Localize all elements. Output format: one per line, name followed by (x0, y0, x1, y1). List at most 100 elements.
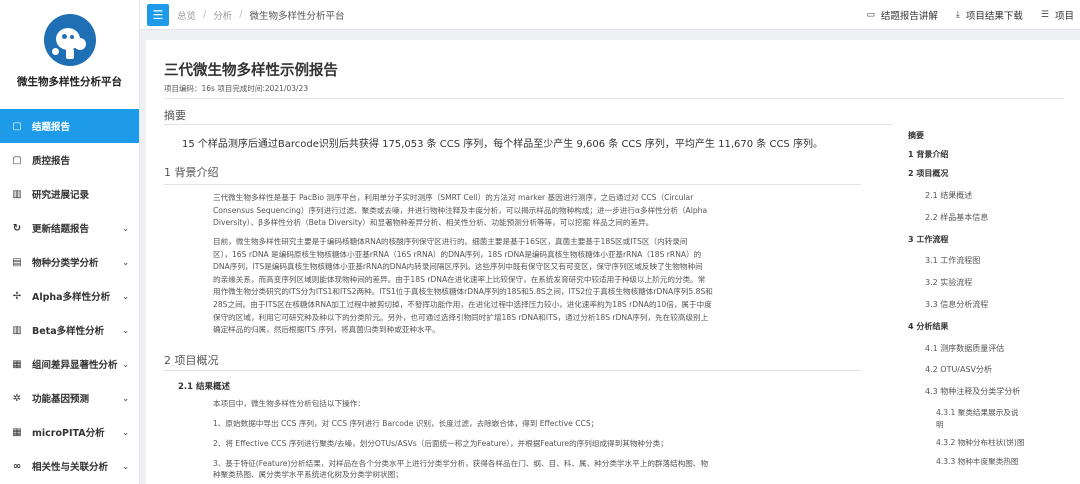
text-line: 种聚类热图、属分类学水平系统进化树及分类学树状图； (213, 470, 403, 479)
toc-item[interactable]: 2 项目概况 (908, 168, 948, 179)
divider (164, 124, 892, 125)
sidebar-item-label: microPITA分析 (32, 428, 105, 439)
top-action-label: 项目 (1054, 10, 1074, 22)
text-line: 3、基于特征(Feature)分析结果，对样品在各个分类水平上进行分类学分析，获… (213, 459, 709, 468)
chevron-down-icon: ⌄ (122, 461, 129, 471)
sidebar-item[interactable]: ▦ microPITA分析 ⌄ (0, 415, 139, 449)
chevron-down-icon: ⌄ (122, 325, 129, 335)
text-line: 保守的区域，利用它可研究种及种以下的分类阶元。另外，也可通过选择引物同时扩增18… (213, 312, 709, 322)
chevron-down-icon: ⌄ (122, 223, 129, 233)
toc-item[interactable]: 2.1 结果概述 (925, 190, 972, 201)
sidebar-item-label: Beta多样性分析 (32, 326, 105, 337)
document-icon: ▢ (12, 154, 22, 166)
toc-item[interactable]: 4.3.1 聚类结果展示及说 (936, 407, 1019, 418)
bar-chart-icon: ▥ (12, 188, 22, 200)
breadcrumb-item[interactable]: 分析 (213, 8, 232, 22)
toc-item[interactable]: 3.2 实验流程 (925, 277, 972, 288)
document-icon: ▢ (12, 120, 22, 132)
topbar: ☰ 总览 / 分析 / 微生物多样性分析平台 ▭ 结题报告讲解 ⤓ 项目结果下载 ☰ 项目 (140, 0, 1080, 30)
sidebar-item[interactable]: ▤ 物种分类学分析 ⌄ (0, 245, 139, 279)
top-action-button[interactable]: ☰ 项目 (1041, 8, 1074, 22)
overview-paragraph: 本项目中，微生物多样性分析包括以下操作： 1、原始数据中导出 CCS 序列，对 C… (213, 398, 708, 480)
sidebar: 微生物多样性分析平台 ▢ 结题报告 ▢ 质控报告 ▥ 研究进展记录 ↻ 更新结题报告 ⌄ ▤ 物种分… (0, 0, 140, 484)
brand-name: 微生物多样性分析平台 (17, 76, 122, 88)
text-line: Diversity）、β多样性分析（Beta Diversity）和显著物种差异… (213, 218, 654, 228)
sidebar-item-label: Alpha多样性分析 (32, 292, 111, 303)
toc-item[interactable]: 4.3.2 物种分布柱状(饼)图 (936, 437, 1024, 448)
sidebar-item[interactable]: ▢ 质控报告 (0, 143, 139, 177)
top-actions: ▭ 结题报告讲解 ⤓ 项目结果下载 ☰ 项目 (848, 8, 1080, 22)
logo-area: 微生物多样性分析平台 (0, 0, 139, 102)
toc-item[interactable]: 4.3.3 物种丰度聚类热图 (936, 456, 1019, 467)
menu-toggle-button[interactable]: ☰ (147, 3, 169, 26)
text-line: 2、将 Effective CCS 序列进行聚类/去噪，划分OTUs/ASVs（… (213, 439, 668, 448)
breadcrumb-separator: / (203, 9, 207, 20)
toc-item[interactable]: 1 背景介绍 (908, 149, 948, 160)
breadcrumb-item[interactable]: 总览 (177, 8, 196, 22)
abstract-heading: 摘要 (164, 109, 186, 122)
text-line: 区），16S rDNA 是编码原核生物核糖体小亚基rRNA（16S rRNA）的… (213, 249, 702, 259)
top-action-button[interactable]: ⤓ 项目结果下载 (956, 8, 1023, 22)
sidebar-item[interactable]: ∞ 相关性与关联分析 ⌄ (0, 449, 139, 483)
divider (164, 184, 861, 185)
toc-item[interactable]: 3.1 工作流程图 (925, 255, 980, 266)
toc-item[interactable]: 3.3 信息分析流程 (925, 299, 988, 310)
breadcrumb-item: 微生物多样性分析平台 (249, 10, 345, 22)
sidebar-item[interactable]: ✢ Alpha多样性分析 ⌄ (0, 279, 139, 313)
hamburger-icon: ☰ (152, 7, 164, 22)
text-line: 三代微生物多样性是基于 PacBio 测序平台，利用单分子实时测序（SMRT C… (213, 193, 694, 202)
top-action-label: 项目结果下载 (965, 10, 1023, 22)
report-panel: 三代微生物多样性示例报告 项目编码：16s 项目完成时间:2021/03/23 … (146, 40, 1080, 484)
bar-chart-icon: ▥ (12, 324, 22, 336)
refresh-icon: ↻ (12, 222, 22, 234)
platform-logo (43, 14, 96, 66)
sidebar-item[interactable]: ▢ 结题报告 (0, 109, 139, 143)
toc-item[interactable]: 4.3 物种注释及分类学分析 (925, 386, 1020, 397)
video-icon: ▭ (866, 9, 875, 20)
crosshair-icon: ✢ (12, 290, 22, 302)
toc-item[interactable]: 3 工作流程 (908, 234, 948, 245)
sidebar-menu: ▢ 结题报告 ▢ 质控报告 ▥ 研究进展记录 ↻ 更新结题报告 ⌄ ▤ 物种分类学分析 ⌄ ✢ Alpha… (0, 109, 139, 483)
sidebar-item-label: 质控报告 (32, 156, 71, 167)
subsection-heading: 2.1 结果概述 (178, 382, 231, 392)
link-icon: ∞ (12, 460, 22, 472)
sidebar-item[interactable]: ▥ 研究进展记录 (0, 177, 139, 211)
grid-icon: ▦ (12, 426, 22, 438)
sidebar-item-label: 研究进展记录 (32, 190, 90, 201)
toc-item[interactable]: 4.2 OTU/ASV分析 (925, 364, 992, 375)
toc-item[interactable]: 4.1 测序数据质量评估 (925, 343, 1004, 354)
sidebar-item[interactable]: ▥ Beta多样性分析 ⌄ (0, 313, 139, 347)
summary-text: 15 个样品测序后通过Barcode识别后共获得 175,053 条 CCS 序… (182, 139, 823, 150)
chevron-down-icon: ⌄ (122, 427, 129, 437)
text-line: 本项目中，微生物多样性分析包括以下操作： (213, 399, 365, 408)
text-line: Consensus Sequencing）序列进行过滤、聚类或去噪，并进行物种注… (213, 205, 708, 215)
gear-icon: ✲ (12, 392, 22, 404)
chevron-down-icon: ⌄ (122, 359, 129, 369)
sidebar-item-label: 组间差异显著性分析 (32, 360, 118, 371)
chevron-down-icon: ⌄ (122, 291, 129, 301)
sidebar-item[interactable]: ↻ 更新结题报告 ⌄ (0, 211, 139, 245)
sidebar-item[interactable]: ▦ 组间差异显著性分析 ⌄ (0, 347, 139, 381)
toc-item[interactable]: 4 分析结果 (908, 321, 948, 332)
divider (164, 370, 861, 371)
logo-dot (61, 34, 67, 39)
logo-dot (69, 35, 74, 39)
page-title: 三代微生物多样性示例报告 (164, 63, 338, 79)
toc-item[interactable]: 摘要 (908, 130, 924, 141)
text-line: 1、原始数据中导出 CCS 序列，对 CCS 序列进行 Barcode 识别，长… (213, 419, 599, 428)
sidebar-item-label: 相关性与关联分析 (32, 462, 109, 473)
top-action-button[interactable]: ▭ 结题报告讲解 (866, 8, 938, 22)
text-line: 确定样品的归属，然后根据ITS 序列，将真菌归类到种或亚种水平。 (213, 325, 440, 335)
report-meta: 项目编码：16s 项目完成时间:2021/03/23 (164, 84, 309, 93)
logo-dot (51, 48, 59, 55)
background-paragraph: 三代微生物多样性是基于 PacBio 测序平台，利用单分子实时测序（SMRT C… (213, 192, 707, 230)
toc-item[interactable]: 2.2 样品基本信息 (925, 212, 988, 223)
sidebar-item-label: 功能基因预测 (32, 394, 90, 405)
toc-item[interactable]: 明 (936, 419, 944, 430)
text-line: 用作微生物分类研究的ITS分为ITS1和ITS2两种。ITS1位于真核生物核糖体… (213, 287, 713, 297)
sidebar-item[interactable]: ✲ 功能基因预测 ⌄ (0, 381, 139, 415)
text-line: DNA序列，ITS是编码真核生物核糖体小亚基rRNA的DNA内转录间隔区序列。这… (213, 262, 703, 272)
background-paragraph: 目前，微生物多样性研究主要是于编码核糖体RNA的核酸序列保守区进行的。细菌主要是… (213, 236, 713, 337)
text-line: 目前，微生物多样性研究主要是于编码核糖体RNA的核酸序列保守区进行的。细菌主要是… (213, 237, 688, 246)
sidebar-item-label: 结题报告 (32, 122, 71, 133)
